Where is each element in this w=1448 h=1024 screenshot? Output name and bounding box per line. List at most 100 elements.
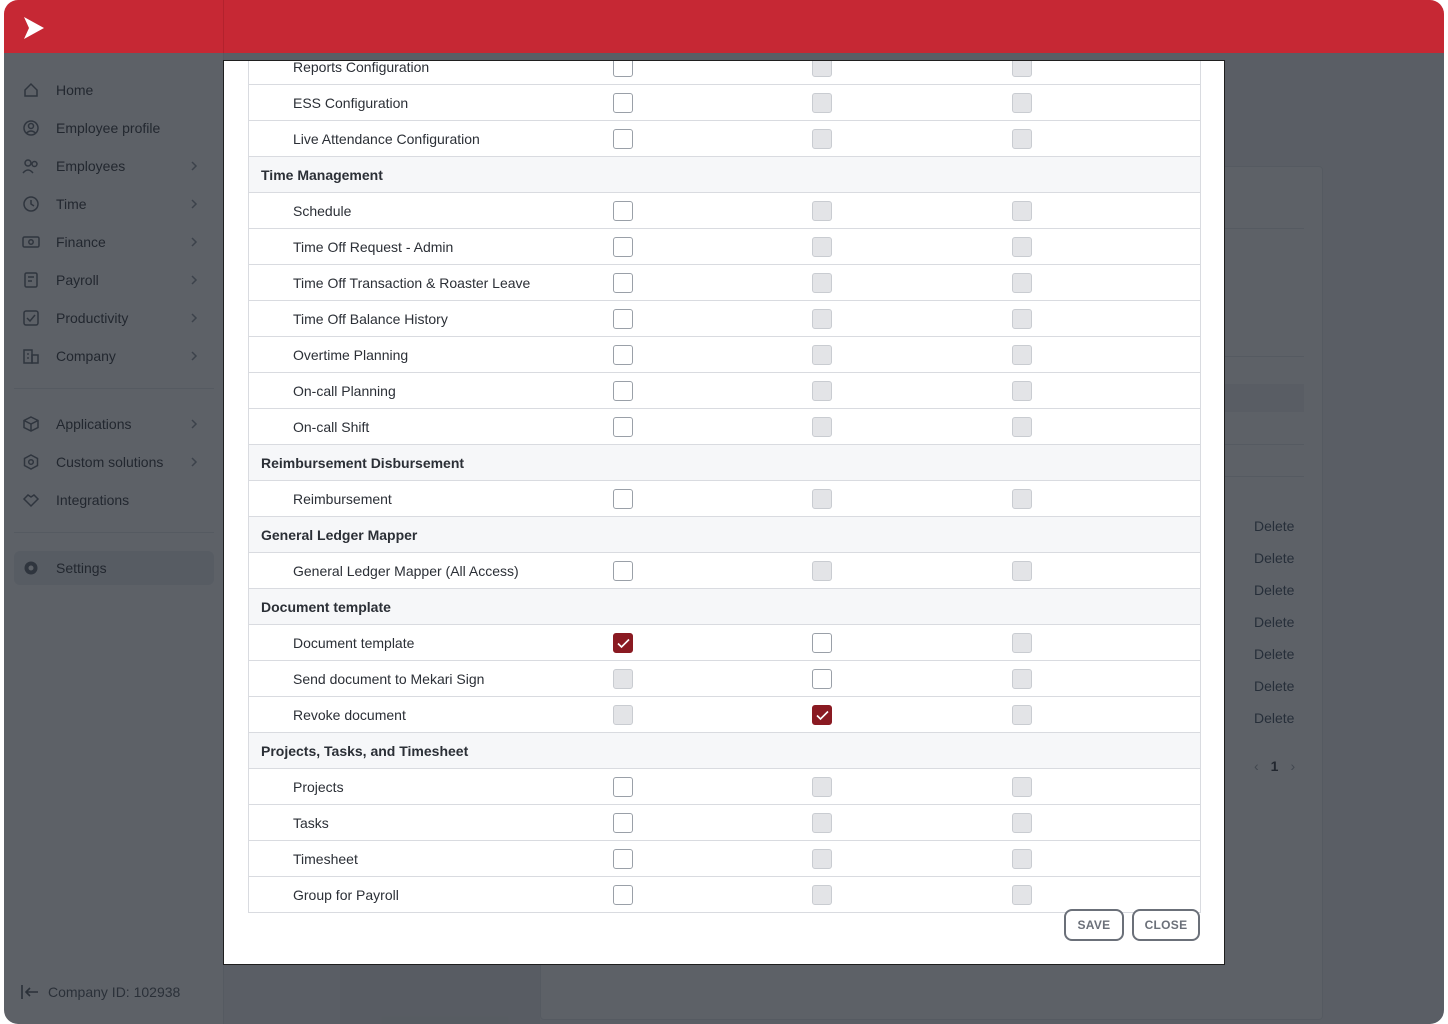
permission-label: Live Attendance Configuration bbox=[293, 131, 480, 147]
permission-checkbox-col-1[interactable] bbox=[613, 201, 633, 221]
permission-label: Send document to Mekari Sign bbox=[293, 671, 485, 687]
section-header-row: General Ledger Mapper bbox=[249, 517, 1200, 553]
section-header-row: Reimbursement Disbursement bbox=[249, 445, 1200, 481]
brand-logo-icon[interactable] bbox=[20, 14, 48, 42]
permission-row: Revoke document bbox=[249, 697, 1200, 733]
permission-checkbox-col-3 bbox=[1012, 705, 1032, 725]
permission-row: Document template bbox=[249, 625, 1200, 661]
permission-checkbox-col-1[interactable] bbox=[613, 777, 633, 797]
permission-row: Reimbursement bbox=[249, 481, 1200, 517]
permission-row: Group for Payroll bbox=[249, 877, 1200, 913]
permission-checkbox-col-3 bbox=[1012, 633, 1032, 653]
permission-checkbox-col-3 bbox=[1012, 237, 1032, 257]
permission-label: Time Off Transaction & Roaster Leave bbox=[293, 275, 531, 291]
permission-row: Time Off Request - Admin bbox=[249, 229, 1200, 265]
permission-row: Send document to Mekari Sign bbox=[249, 661, 1200, 697]
permissions-table: Reports Configuration ESS Configuration Li… bbox=[248, 60, 1201, 913]
section-header-row: Document template bbox=[249, 589, 1200, 625]
permission-checkbox-col-1[interactable] bbox=[613, 381, 633, 401]
topbar-divider bbox=[223, 0, 224, 53]
permission-checkbox-col-3 bbox=[1012, 777, 1032, 797]
permission-checkbox-col-3 bbox=[1012, 201, 1032, 221]
permission-label: Time Off Request - Admin bbox=[293, 239, 454, 255]
permission-checkbox-col-1[interactable] bbox=[613, 849, 633, 869]
permission-checkbox-col-1[interactable] bbox=[613, 633, 633, 653]
permission-row: General Ledger Mapper (All Access) bbox=[249, 553, 1200, 589]
permission-label: Overtime Planning bbox=[293, 347, 409, 363]
permission-row: Time Off Balance History bbox=[249, 301, 1200, 337]
permission-label: On-call Planning bbox=[293, 383, 396, 399]
permission-row: Schedule bbox=[249, 193, 1200, 229]
permission-checkbox-col-3 bbox=[1012, 61, 1032, 77]
permission-checkbox-col-3 bbox=[1012, 489, 1032, 509]
permission-checkbox-col-2[interactable] bbox=[812, 669, 832, 689]
permission-checkbox-col-2 bbox=[812, 561, 832, 581]
section-header-row: Projects, Tasks, and Timesheet bbox=[249, 733, 1200, 769]
permission-checkbox-col-2 bbox=[812, 273, 832, 293]
permission-checkbox-col-2[interactable] bbox=[812, 633, 832, 653]
permission-checkbox-col-2[interactable] bbox=[812, 705, 832, 725]
permission-checkbox-col-3 bbox=[1012, 273, 1032, 293]
permission-checkbox-col-3 bbox=[1012, 309, 1032, 329]
permission-checkbox-col-2 bbox=[812, 813, 832, 833]
permissions-modal: Reports Configuration ESS Configuration Li… bbox=[223, 60, 1225, 965]
permission-label: Timesheet bbox=[293, 851, 358, 867]
section-title: Projects, Tasks, and Timesheet bbox=[261, 743, 469, 759]
permission-checkbox-col-2 bbox=[812, 885, 832, 905]
permission-checkbox-col-2 bbox=[812, 61, 832, 77]
permission-checkbox-col-2 bbox=[812, 381, 832, 401]
permission-checkbox-col-2 bbox=[812, 849, 832, 869]
permission-checkbox-col-1[interactable] bbox=[613, 561, 633, 581]
permission-checkbox-col-2 bbox=[812, 777, 832, 797]
permission-row: Overtime Planning bbox=[249, 337, 1200, 373]
permission-checkbox-col-1[interactable] bbox=[613, 61, 633, 77]
permission-checkbox-col-3 bbox=[1012, 561, 1032, 581]
permission-checkbox-col-2 bbox=[812, 201, 832, 221]
permission-checkbox-col-3 bbox=[1012, 417, 1032, 437]
permission-label: Schedule bbox=[293, 203, 352, 219]
permission-checkbox-col-2 bbox=[812, 417, 832, 437]
permission-checkbox-col-1[interactable] bbox=[613, 489, 633, 509]
permission-checkbox-col-3 bbox=[1012, 849, 1032, 869]
permission-label: Reimbursement bbox=[293, 491, 392, 507]
permission-label: Projects bbox=[293, 779, 344, 795]
section-title: Document template bbox=[261, 599, 391, 615]
permission-checkbox-col-2 bbox=[812, 309, 832, 329]
permission-row: Timesheet bbox=[249, 841, 1200, 877]
permission-label: Document template bbox=[293, 635, 415, 651]
permission-row: Time Off Transaction & Roaster Leave bbox=[249, 265, 1200, 301]
permission-checkbox-col-3 bbox=[1012, 129, 1032, 149]
permission-row: Tasks bbox=[249, 805, 1200, 841]
permission-checkbox-col-1[interactable] bbox=[613, 309, 633, 329]
permission-label: General Ledger Mapper (All Access) bbox=[293, 563, 519, 579]
permission-checkbox-col-1[interactable] bbox=[613, 345, 633, 365]
permission-checkbox-col-2 bbox=[812, 237, 832, 257]
section-header-row: Time Management bbox=[249, 157, 1200, 193]
permission-checkbox-col-3 bbox=[1012, 885, 1032, 905]
section-title: Time Management bbox=[261, 167, 383, 183]
permission-checkbox-col-1[interactable] bbox=[613, 273, 633, 293]
permission-checkbox-col-1[interactable] bbox=[613, 93, 633, 113]
permission-checkbox-col-2 bbox=[812, 129, 832, 149]
permission-row: Live Attendance Configuration bbox=[249, 121, 1200, 157]
top-bar bbox=[4, 0, 1444, 53]
permission-checkbox-col-1[interactable] bbox=[613, 417, 633, 437]
permission-checkbox-col-1[interactable] bbox=[613, 237, 633, 257]
permission-checkbox-col-2 bbox=[812, 345, 832, 365]
permission-checkbox-col-3 bbox=[1012, 345, 1032, 365]
close-button[interactable]: CLOSE bbox=[1132, 909, 1200, 941]
permission-checkbox-col-1[interactable] bbox=[613, 129, 633, 149]
permission-checkbox-col-3 bbox=[1012, 381, 1032, 401]
permission-label: On-call Shift bbox=[293, 419, 370, 435]
permission-row: Projects bbox=[249, 769, 1200, 805]
section-title: Reimbursement Disbursement bbox=[261, 455, 465, 471]
permission-label: Group for Payroll bbox=[293, 887, 399, 903]
permission-row: On-call Shift bbox=[249, 409, 1200, 445]
save-button[interactable]: SAVE bbox=[1064, 909, 1124, 941]
permission-label: Reports Configuration bbox=[293, 60, 430, 75]
permission-checkbox-col-1 bbox=[613, 669, 633, 689]
permission-checkbox-col-1[interactable] bbox=[613, 885, 633, 905]
permission-checkbox-col-1[interactable] bbox=[613, 813, 633, 833]
section-title: General Ledger Mapper bbox=[261, 527, 418, 543]
permission-row: Reports Configuration bbox=[249, 60, 1200, 85]
